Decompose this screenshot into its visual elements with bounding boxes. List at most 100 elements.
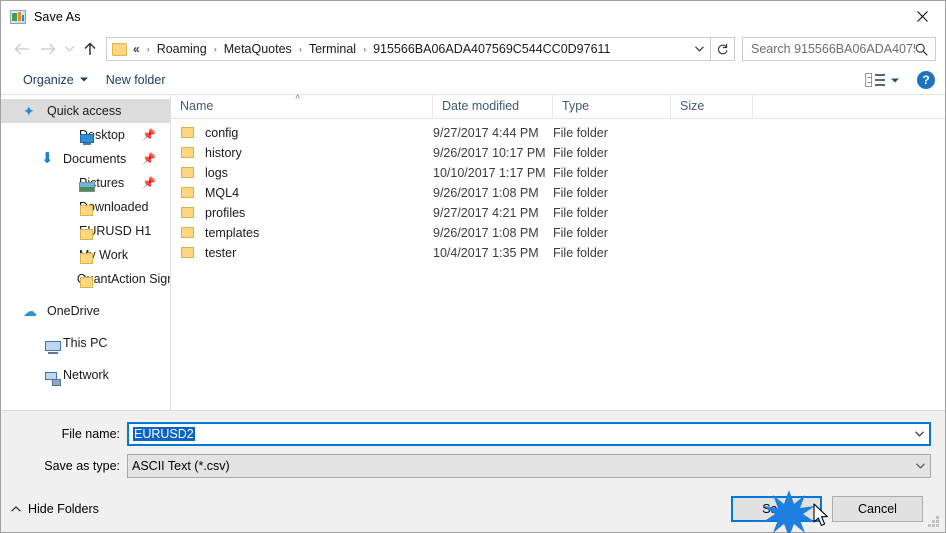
folder-icon <box>180 186 196 200</box>
sidebar-item-pictures[interactable]: Pictures 📌 <box>1 171 170 195</box>
breadcrumb-item-terminal[interactable]: Terminal <box>306 42 359 56</box>
column-header-name[interactable]: Name ˄ <box>171 93 433 118</box>
save-button[interactable]: Save <box>731 496 822 522</box>
folder-icon <box>112 42 128 56</box>
breadcrumb-separator: › <box>213 44 217 54</box>
sidebar-item-documents[interactable]: ⬇ Documents 📌 <box>1 147 170 171</box>
column-header-size[interactable]: Size <box>671 94 753 118</box>
help-button[interactable]: ? <box>917 71 935 89</box>
sidebar-item-eurusd-h1[interactable]: EURUSD H1 <box>1 219 170 243</box>
file-name-text: tester <box>205 246 237 260</box>
address-chevron-down-icon[interactable] <box>688 38 710 60</box>
table-row[interactable]: logs 10/10/2017 1:17 PM File folder <box>171 163 945 183</box>
refresh-icon[interactable] <box>711 37 735 61</box>
breadcrumb-item-metaquotes[interactable]: MetaQuotes <box>221 42 295 56</box>
up-one-level-icon[interactable] <box>78 37 102 61</box>
view-layout-icon[interactable] <box>865 72 885 88</box>
sidebar-item-onedrive[interactable]: ☁ OneDrive <box>1 299 170 323</box>
chevron-down-icon <box>79 75 88 84</box>
view-chevron-down-icon[interactable] <box>891 75 899 85</box>
forward-icon[interactable] <box>35 37 61 61</box>
folder-icon <box>79 275 93 291</box>
table-row[interactable]: MQL4 9/26/2017 1:08 PM File folder <box>171 183 945 203</box>
cell-date-modified: 9/26/2017 10:17 PM <box>433 146 546 160</box>
breadcrumb: « › Roaming › MetaQuotes › Terminal › 91… <box>131 42 688 56</box>
table-row[interactable]: profiles 9/27/2017 4:21 PM File folder <box>171 203 945 223</box>
column-header-row: Name ˄ Date modified Type Size <box>171 93 945 119</box>
file-name-text: MQL4 <box>205 186 240 200</box>
column-header-date-modified[interactable]: Date modified <box>433 94 553 118</box>
save-as-type-chevron-down-icon[interactable] <box>911 455 930 477</box>
table-row[interactable]: history 9/26/2017 10:17 PM File folder <box>171 143 945 163</box>
sidebar-item-label: OneDrive <box>47 304 100 318</box>
navigation-bar: « › Roaming › MetaQuotes › Terminal › 91… <box>1 33 945 65</box>
cell-name: templates <box>171 226 433 240</box>
star-icon: ✦ <box>23 103 35 119</box>
file-name-text: templates <box>205 226 260 240</box>
pin-icon[interactable]: 📌 <box>142 129 156 142</box>
cell-type: File folder <box>553 166 608 180</box>
folder-icon <box>180 146 196 160</box>
file-name-text: config <box>205 126 239 140</box>
search-placeholder: Search 915566BA06ADA40756... <box>751 42 915 56</box>
sidebar-item-label: This PC <box>63 336 108 350</box>
sidebar-item-quantaction-signal[interactable]: QuantAction Signal <box>1 267 170 291</box>
dialog-body: ✦ Quick access Desktop 📌 ⬇ Documents 📌 Pictures… <box>1 93 945 410</box>
resize-grip[interactable] <box>928 516 940 528</box>
hide-folders-button[interactable]: Hide Folders <box>11 502 99 516</box>
table-row[interactable]: templates 9/26/2017 1:08 PM File folder <box>171 223 945 243</box>
pin-icon[interactable]: 📌 <box>142 177 156 190</box>
column-header-type[interactable]: Type <box>553 94 671 118</box>
sidebar-item-label: Documents <box>63 152 127 166</box>
new-folder-label: New folder <box>105 72 166 87</box>
history-chevron-down-icon[interactable] <box>61 37 78 61</box>
pin-icon[interactable]: 📌 <box>142 153 156 166</box>
folder-icon <box>180 126 196 140</box>
sidebar-item-network[interactable]: Network <box>1 363 170 387</box>
file-name-chevron-down-icon[interactable] <box>910 424 929 444</box>
hide-folders-label: Hide Folders <box>28 502 99 516</box>
new-folder-button[interactable]: New folder <box>100 69 172 91</box>
breadcrumb-overflow[interactable]: « <box>131 42 143 56</box>
sidebar-item-this-pc[interactable]: This PC <box>1 331 170 355</box>
cell-type: File folder <box>553 146 608 160</box>
sidebar-item-label: Quick access <box>47 104 122 118</box>
file-name-row: File name: EURUSD2 <box>1 422 945 446</box>
sidebar-item-my-work[interactable]: My Work <box>1 243 170 267</box>
breadcrumb-item-instance-id[interactable]: 915566BA06ADA407569C544CC0D97611 <box>370 42 613 56</box>
organize-button[interactable]: Organize <box>17 69 94 91</box>
close-icon[interactable] <box>899 1 945 32</box>
breadcrumb-item-roaming[interactable]: Roaming <box>154 42 210 56</box>
sidebar-item-desktop[interactable]: Desktop 📌 <box>1 123 170 147</box>
cell-date-modified: 9/26/2017 1:08 PM <box>433 226 539 240</box>
save-as-type-select[interactable]: ASCII Text (*.csv) <box>127 454 931 478</box>
cell-name: logs <box>171 166 433 180</box>
table-row[interactable]: config 9/27/2017 4:44 PM File folder <box>171 123 945 143</box>
back-icon[interactable] <box>9 37 35 61</box>
window-title: Save As <box>34 10 81 24</box>
sidebar-item-quick-access[interactable]: ✦ Quick access <box>1 99 170 123</box>
metatrader-app-icon <box>10 9 26 25</box>
folder-icon <box>180 226 196 240</box>
command-bar-right: ? <box>865 65 935 95</box>
network-icon <box>45 371 61 387</box>
cell-date-modified: 9/26/2017 1:08 PM <box>433 186 539 200</box>
help-label: ? <box>922 73 930 87</box>
button-row: Hide Folders Save Cancel <box>1 486 945 532</box>
cancel-button[interactable]: Cancel <box>832 496 923 522</box>
chevron-up-icon <box>11 504 21 514</box>
search-input[interactable]: Search 915566BA06ADA40756... <box>742 37 936 61</box>
cell-name: history <box>171 146 433 160</box>
save-label: Save <box>762 502 791 516</box>
column-label: Type <box>562 99 590 113</box>
address-bar[interactable]: « › Roaming › MetaQuotes › Terminal › 91… <box>106 37 711 61</box>
sidebar-item-downloaded[interactable]: Downloaded <box>1 195 170 219</box>
cell-type: File folder <box>553 186 608 200</box>
file-name-input[interactable]: EURUSD2 <box>127 422 931 446</box>
table-row[interactable]: tester 10/4/2017 1:35 PM File folder <box>171 243 945 263</box>
dialog-footer: File name: EURUSD2 Save as type: ASCII T… <box>1 410 945 532</box>
file-name-value-wrap: EURUSD2 <box>129 427 910 441</box>
